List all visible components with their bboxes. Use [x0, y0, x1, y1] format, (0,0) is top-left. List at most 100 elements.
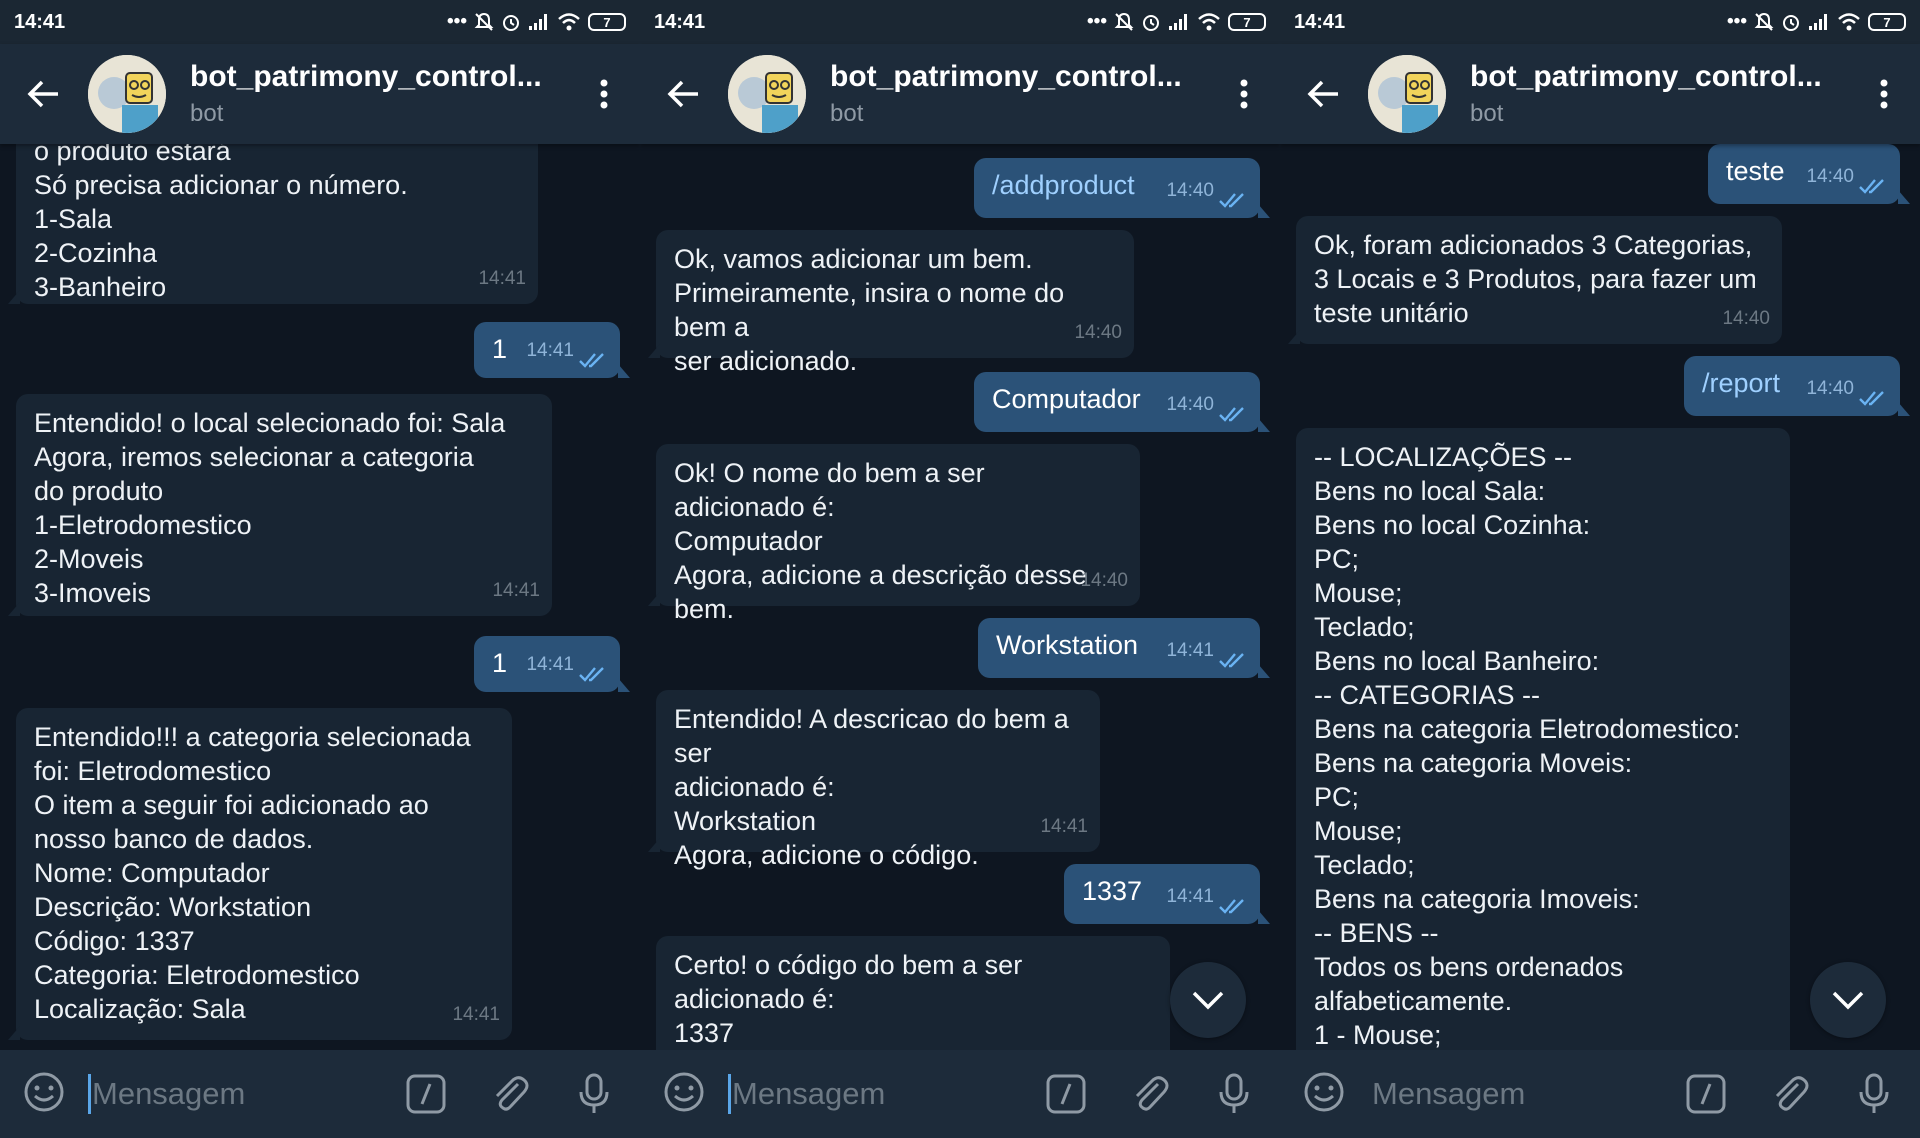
message-outgoing: 1 14:41 [474, 322, 630, 378]
message-time: 14:40 [1166, 394, 1214, 415]
microphone-icon [1859, 1073, 1889, 1113]
bubble-tail [1898, 402, 1910, 416]
alarm-icon [1143, 15, 1159, 31]
chat-titles[interactable]: bot_patrimony_control... bot [830, 60, 1210, 128]
bubble-tail [618, 678, 630, 692]
read-checks-icon [1859, 179, 1884, 194]
status-bar: 14:41 ••• 7 [640, 0, 1280, 44]
message-outgoing: Workstation 14:41 [978, 618, 1270, 678]
message-incoming: Entendido! A descricao do bem a ser adic… [648, 690, 1100, 870]
battery-icon: 7 [588, 13, 626, 31]
status-time: 14:41 [1294, 10, 1346, 33]
message-time: 14:40 [1080, 570, 1128, 591]
chat-screen-1: 14:41 ••• 7 bot_patrimony_control... bot [0, 0, 640, 1138]
more-dots-icon: ••• [447, 11, 467, 32]
chevron-down-icon [1192, 991, 1224, 1010]
menu-button[interactable] [582, 64, 626, 124]
attach-button[interactable] [1766, 1070, 1814, 1118]
message-list[interactable]: /addproduct 14:40 Ok, vamos adicionar um… [640, 144, 1280, 1050]
message-time: 14:40 [1806, 166, 1854, 187]
message-list[interactable]: teste 14:40 Ok, foram adicionados 3 Cate… [1280, 144, 1920, 1050]
paperclip-icon [495, 1076, 529, 1111]
message-incoming: Ok, foram adicionados 3 Categorias, 3 Lo… [1288, 216, 1782, 344]
message-list[interactable]: o produto estará Só precisa adicionar o … [0, 144, 640, 1050]
input-placeholder: Mensagem [92, 1076, 246, 1111]
paperclip-icon [1135, 1076, 1169, 1111]
bubble-tail [648, 344, 660, 358]
chat-screen-2: 14:41 ••• 7 bot_patrimony_control... bot [640, 0, 1280, 1138]
chat-header: bot_patrimony_control... bot [1280, 44, 1920, 144]
robot-avatar-icon [88, 55, 166, 133]
scroll-down-button[interactable] [1170, 962, 1246, 1038]
emoji-button[interactable] [662, 1070, 706, 1119]
chat-titles[interactable]: bot_patrimony_control... bot [190, 60, 570, 128]
back-button[interactable] [1280, 44, 1368, 144]
message-incoming: Ok! O nome do bem a ser adicionado é: Co… [648, 444, 1140, 624]
mute-bell-icon [1114, 12, 1134, 31]
emoji-button[interactable] [22, 1070, 66, 1119]
message-time: 14:41 [492, 580, 540, 601]
status-time: 14:41 [654, 10, 706, 33]
status-time: 14:41 [14, 10, 66, 33]
emoji-icon [1304, 1072, 1344, 1111]
emoji-icon [664, 1072, 704, 1111]
back-arrow-icon [1307, 80, 1338, 108]
back-button[interactable] [0, 44, 88, 144]
bubble-tail [8, 290, 20, 304]
bot-command-button[interactable] [1682, 1070, 1730, 1118]
input-placeholder: Mensagem [1372, 1076, 1526, 1111]
message-text: Entendido! A descricao do bem a ser adic… [674, 704, 1069, 870]
status-bar: 14:41 ••• 7 [1280, 0, 1920, 44]
bubble-tail [618, 364, 630, 378]
bot-command-button[interactable] [1042, 1070, 1090, 1118]
message-outgoing: Computador 14:40 [974, 372, 1270, 432]
bubble-tail [1258, 910, 1270, 924]
robot-avatar-icon [728, 55, 806, 133]
message-time: 14:41 [1166, 640, 1214, 661]
microphone-icon [579, 1073, 609, 1113]
more-vertical-icon [1880, 79, 1888, 109]
chat-title: bot_patrimony_control... [1470, 60, 1822, 93]
back-arrow-icon [667, 80, 698, 108]
message-input[interactable]: Mensagem [88, 1074, 366, 1114]
battery-icon: 7 [1228, 13, 1266, 31]
text-caret [728, 1074, 731, 1114]
chat-titles[interactable]: bot_patrimony_control... bot [1470, 60, 1850, 128]
bot-command-button[interactable] [402, 1070, 450, 1118]
message-text: Certo! o código do bem a ser adicionado … [674, 950, 1023, 1048]
screens-row: 14:41 ••• 7 bot_patrimony_control... bot [0, 0, 1920, 1138]
more-dots-icon: ••• [1727, 11, 1747, 32]
message-text: Ok! O nome do bem a ser adicionado é: Co… [674, 458, 1087, 624]
message-input[interactable]: Mensagem [728, 1074, 1006, 1114]
signal-icon [1809, 14, 1827, 30]
voice-button[interactable] [1850, 1070, 1898, 1118]
message-text: Ok, foram adicionados 3 Categorias, 3 Lo… [1314, 230, 1757, 328]
attach-button[interactable] [1126, 1070, 1174, 1118]
read-checks-icon [579, 353, 604, 368]
text-caret [88, 1074, 91, 1114]
message-time: 14:40 [1074, 322, 1122, 343]
microphone-icon [1219, 1073, 1249, 1113]
message-outgoing: /addproduct 14:40 [974, 158, 1270, 218]
emoji-button[interactable] [1302, 1070, 1346, 1119]
message-input-bar: Mensagem [0, 1050, 640, 1138]
voice-button[interactable] [1210, 1070, 1258, 1118]
attach-button[interactable] [486, 1070, 534, 1118]
menu-button[interactable] [1222, 64, 1266, 124]
wifi-icon [1198, 13, 1220, 31]
message-incoming: -- LOCALIZAÇÕES -- Bens no local Sala: B… [1296, 428, 1790, 1050]
bot-avatar[interactable] [1368, 55, 1446, 133]
message-input[interactable]: Mensagem [1372, 1076, 1646, 1112]
slash-command-icon [406, 1074, 446, 1114]
back-button[interactable] [640, 44, 728, 144]
bubble-tail [1288, 330, 1300, 344]
scroll-down-button[interactable] [1810, 962, 1886, 1038]
bot-avatar[interactable] [88, 55, 166, 133]
chat-header: bot_patrimony_control... bot [640, 44, 1280, 144]
menu-button[interactable] [1862, 64, 1906, 124]
mute-bell-icon [474, 12, 494, 31]
message-time: 14:40 [1166, 180, 1214, 201]
bot-avatar[interactable] [728, 55, 806, 133]
voice-button[interactable] [570, 1070, 618, 1118]
read-checks-icon [1859, 391, 1884, 406]
